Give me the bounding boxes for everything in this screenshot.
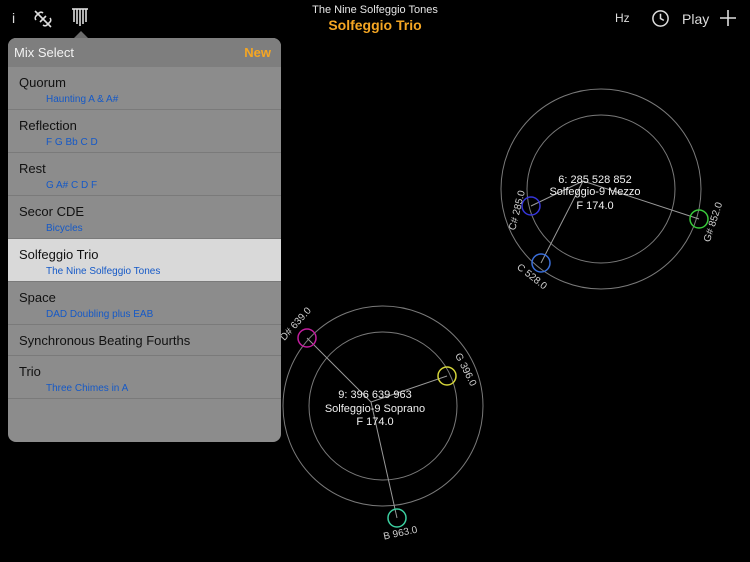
- popover-header: Mix Select New: [8, 38, 281, 67]
- node-label: C# 285.0: [507, 189, 528, 231]
- node-label: B 963.0: [382, 525, 418, 543]
- mix-item-subtitle: Three Chimes in A: [46, 383, 129, 394]
- mix-item-name: Rest: [19, 161, 46, 176]
- node-label: G# 852.0: [702, 201, 725, 244]
- mix-subtitle: The Nine Solfeggio Tones: [312, 4, 438, 16]
- mix-item-name: Space: [19, 290, 56, 305]
- mix-title[interactable]: Solfeggio Trio: [0, 17, 750, 33]
- node-label: D# 639.0: [278, 305, 314, 343]
- clock-icon[interactable]: [651, 9, 670, 28]
- mix-item-trio[interactable]: Trio Three Chimes in A: [8, 356, 281, 399]
- mix-item-subtitle: The Nine Solfeggio Tones: [46, 266, 161, 277]
- mix-item-name: Synchronous Beating Fourths: [19, 333, 191, 348]
- mix-item-name: Quorum: [19, 75, 66, 90]
- chime-label-1: 6: 285 528 852: [558, 174, 631, 186]
- mix-item-subtitle: F G Bb C D: [46, 137, 98, 148]
- hz-button[interactable]: Hz: [615, 11, 630, 25]
- new-mix-button[interactable]: New: [244, 45, 271, 60]
- popover-title: Mix Select: [14, 45, 74, 60]
- mix-item-quorum[interactable]: Quorum Haunting A & A#: [8, 67, 281, 110]
- mix-item-solfeggio-trio[interactable]: Solfeggio Trio The Nine Solfeggio Tones: [8, 239, 281, 282]
- mix-item-subtitle: G A# C D F: [46, 180, 98, 191]
- top-bar: i The Nine Solfeggio Tones Solfeggio Tri…: [0, 0, 750, 38]
- chime-soprano[interactable]: 9: 396 639 963 Solfeggio-9 Soprano F 174…: [278, 305, 484, 543]
- node-label: C 528.0: [514, 262, 549, 293]
- chime-label-3: F 174.0: [576, 200, 613, 212]
- mix-item-subtitle: Haunting A & A#: [46, 94, 119, 105]
- plus-icon[interactable]: [719, 9, 737, 27]
- mix-item-synchronous-beating-fourths[interactable]: Synchronous Beating Fourths: [8, 325, 281, 356]
- chime-label-2: Solfeggio-9 Mezzo: [549, 186, 640, 198]
- mix-item-name: Solfeggio Trio: [19, 247, 99, 262]
- chime-mezzo[interactable]: 6: 285 528 852 Solfeggio-9 Mezzo F 174.0…: [500, 88, 725, 293]
- mix-item-subtitle: Bicycles: [46, 223, 83, 234]
- mix-item-reflection[interactable]: Reflection F G Bb C D: [8, 110, 281, 153]
- chime-label-1: 9: 396 639 963: [338, 389, 411, 401]
- node-label: G 396.0: [452, 352, 478, 389]
- mix-list: Quorum Haunting A & A# Reflection F G Bb…: [8, 67, 281, 399]
- mix-item-secor-cde[interactable]: Secor CDE Bicycles: [8, 196, 281, 239]
- mix-item-space[interactable]: Space DAD Doubling plus EAB: [8, 282, 281, 325]
- chime-label-3: F 174.0: [356, 416, 393, 428]
- mix-item-rest[interactable]: Rest G A# C D F: [8, 153, 281, 196]
- mix-item-subtitle: DAD Doubling plus EAB: [46, 309, 154, 320]
- play-button[interactable]: Play: [682, 11, 709, 27]
- mix-item-name: Secor CDE: [19, 204, 85, 219]
- mix-item-name: Reflection: [19, 118, 77, 133]
- mix-item-name: Trio: [19, 364, 41, 379]
- mix-select-popover: Mix Select New Quorum Haunting A & A# Re…: [8, 38, 281, 442]
- chime-label-2: Solfeggio-9 Soprano: [325, 403, 425, 415]
